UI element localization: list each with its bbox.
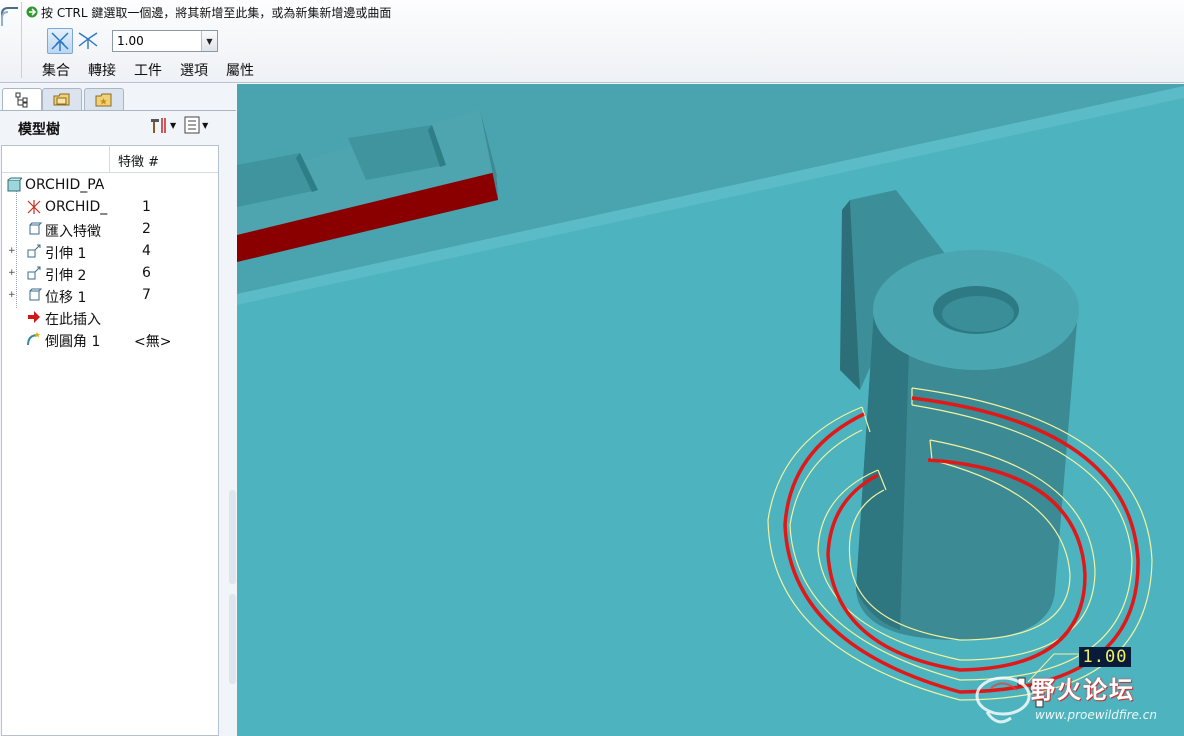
chevron-down-icon[interactable]: ▼: [201, 31, 217, 51]
extrude-icon: [27, 266, 41, 280]
round-set-icon: [51, 32, 69, 51]
column-header-feature-number[interactable]: 特徵 #: [118, 151, 159, 170]
tree-item-label: 引伸 1: [45, 246, 87, 262]
tree-item-label: ORCHID_PA: [25, 177, 105, 193]
tab-folder-browser[interactable]: [42, 88, 82, 110]
tree-item-round-1[interactable]: 倒圓角 1 <無>: [2, 328, 218, 350]
model-tree-title: 模型樹: [18, 122, 60, 138]
tree-item-feature-number: 1: [142, 199, 151, 215]
prompt-text: 按 CTRL 鍵選取一個邊，將其新增至此集，或為新集新增邊或曲面: [41, 5, 392, 20]
tree-item-feature-number: 2: [142, 221, 151, 237]
graphics-window[interactable]: 1.00 野火论坛 www.proewildfire.cn: [237, 84, 1184, 736]
round-icon: [27, 332, 40, 346]
round-dashboard: 按 CTRL 鍵選取一個邊，將其新增至此集，或為新集新增邊或曲面 ▼ 集合 轉接…: [0, 0, 1184, 83]
coordinate-system-icon: [27, 200, 41, 214]
model-tree-header: 特徵 #: [2, 146, 218, 173]
watermark-logo: [975, 676, 1031, 724]
model-tree: 特徵 # ORCHID_PA ORCHID_ 1 匯入特徵 2 + 引伸 1 4…: [1, 145, 219, 736]
tree-item-feature-number: <無>: [134, 334, 172, 350]
offset-icon: [29, 288, 42, 301]
tab-model-tree[interactable]: [2, 88, 42, 110]
tools-hammer-icon: [151, 118, 166, 133]
tree-item-label: ORCHID_: [45, 199, 108, 215]
expand-plus-icon[interactable]: +: [8, 291, 16, 300]
tree-item-label: 匯入特徵: [45, 224, 101, 240]
part-icon: [7, 177, 22, 192]
tree-item-label: 倒圓角 1: [45, 334, 101, 350]
tree-item-coordinate-system[interactable]: ORCHID_ 1: [2, 196, 218, 218]
tab-properties[interactable]: 屬性: [226, 60, 254, 80]
transition-mode-button[interactable]: [76, 28, 102, 54]
radius-dimension-label[interactable]: 1.00: [1079, 647, 1131, 667]
navigator-tabs: [0, 88, 236, 110]
radius-combobox[interactable]: ▼: [112, 30, 218, 52]
model-tree-icon: [15, 92, 28, 107]
tree-item-feature-number: 6: [142, 265, 151, 281]
tree-item-offset-1[interactable]: + 位移 1 7: [2, 284, 218, 306]
tab-pieces[interactable]: 工件: [134, 60, 162, 80]
tree-item-extrude-1[interactable]: + 引伸 1 4: [2, 240, 218, 262]
watermark-url: www.proewildfire.cn: [1035, 708, 1157, 722]
tab-favorites[interactable]: [84, 88, 124, 110]
dashboard-separator: [21, 2, 22, 78]
folder-icon: [53, 93, 70, 105]
show-menu-button[interactable]: ▼: [184, 116, 208, 134]
dashboard-slideup-tabs: 集合 轉接 工件 選項 屬性: [42, 60, 254, 80]
tab-transitions[interactable]: 轉接: [88, 60, 116, 80]
message-prompt: 按 CTRL 鍵選取一個邊，將其新增至此集，或為新集新增邊或曲面: [26, 3, 391, 21]
extrude-icon: [27, 244, 41, 258]
dropdown-arrow-icon: ▼: [202, 120, 209, 130]
tree-item-label: 位移 1: [45, 290, 87, 306]
radius-input[interactable]: [113, 34, 201, 48]
settings-menu-button[interactable]: ▼: [148, 116, 176, 134]
import-feature-icon: [29, 222, 42, 235]
expand-plus-icon[interactable]: +: [8, 269, 16, 278]
model-tree-toolbar: ▼ ▼: [148, 116, 208, 134]
panel-sash-handle[interactable]: [229, 490, 236, 584]
round-tool-icon: [1, 7, 18, 26]
tree-item-part[interactable]: ORCHID_PA: [2, 174, 218, 196]
favorites-folder-icon: [95, 93, 112, 106]
tab-options[interactable]: 選項: [180, 60, 208, 80]
model-view: [237, 84, 1184, 736]
watermark-title: 野火论坛: [1031, 676, 1135, 704]
round-transition-icon: [78, 32, 98, 49]
dropdown-arrow-icon: ▼: [170, 120, 177, 130]
tree-item-feature-number: 7: [142, 287, 151, 303]
tree-item-import-feature[interactable]: 匯入特徵 2: [2, 218, 218, 240]
tab-divider: [0, 110, 236, 111]
insert-here-arrow-icon: [28, 311, 40, 323]
watermark: 野火论坛 www.proewildfire.cn: [973, 668, 1181, 734]
tree-item-label: 在此插入: [45, 312, 101, 328]
expand-plus-icon[interactable]: +: [8, 247, 16, 256]
prompt-arrow-icon: [26, 6, 38, 18]
panel-sash-handle[interactable]: [229, 594, 236, 684]
navigator-panel: 模型樹 ▼ ▼ 特徵 # ORCHID_PA ORCHID_ 1 匯入特徵 2 …: [0, 84, 236, 736]
list-view-icon: [184, 116, 200, 134]
column-divider[interactable]: [109, 146, 110, 172]
tree-item-feature-number: 4: [142, 243, 151, 259]
tab-sets[interactable]: 集合: [42, 60, 70, 80]
constant-round-mode-button[interactable]: [47, 28, 73, 54]
boss-hole-inner: [942, 296, 1014, 332]
tree-item-insert-here[interactable]: 在此插入: [2, 306, 218, 328]
tree-item-label: 引伸 2: [45, 268, 87, 284]
tree-item-extrude-2[interactable]: + 引伸 2 6: [2, 262, 218, 284]
